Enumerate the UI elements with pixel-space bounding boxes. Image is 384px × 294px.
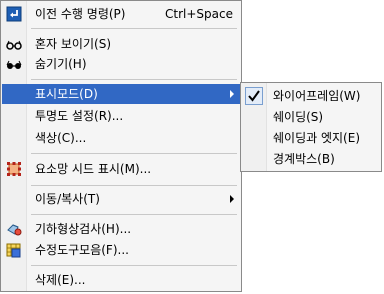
submenu-item-shading-with-edges[interactable]: 쉐이딩과 엣지(E) [242, 128, 380, 148]
submenu-item-label: 경계박스(B) [273, 152, 335, 166]
display-mode-submenu: 와이어프레임(W) 쉐이딩(S) 쉐이딩과 엣지(E) 경계박스(B) [240, 82, 382, 172]
menu-item-move-copy[interactable]: 이동/복사(T) [2, 189, 240, 209]
menu-item-label: 삭제(E)... [35, 273, 86, 287]
menu-item-label: 이동/복사(T) [35, 192, 100, 206]
glasses-show-icon [6, 36, 22, 52]
menu-item-repeat-last-command[interactable]: 이전 수행 명령(P) Ctrl+Space [2, 4, 240, 24]
menu-item-hide[interactable]: 숨기기(H) [2, 54, 240, 74]
menu-item-color[interactable]: 색상(C)... [2, 128, 240, 148]
menu-item-label: 색상(C)... [35, 131, 87, 145]
menu-item-delete[interactable]: 삭제(E)... [2, 270, 240, 290]
submenu-arrow-icon [230, 195, 234, 203]
menu-item-mesh-seed[interactable]: 요소망 시드 표시(M)... [2, 159, 240, 179]
context-menu: 이전 수행 명령(P) Ctrl+Space 혼자 보이기(S) 숨기기(H) [0, 0, 242, 292]
menu-separator [31, 214, 237, 215]
menu-separator [31, 185, 237, 186]
menu-item-label: 요소망 시드 표시(M)... [35, 162, 152, 176]
submenu-item-shading[interactable]: 쉐이딩(S) [242, 107, 380, 127]
menu-item-shortcut: Ctrl+Space [165, 7, 233, 21]
menu-item-repair-toolbox[interactable]: 수정도구모음(F)... [2, 240, 240, 260]
menu-item-label: 기하형상검사(H)... [35, 222, 132, 236]
glasses-hide-icon [6, 56, 22, 72]
menu-item-label: 표시모드(D) [35, 87, 98, 101]
menu-item-label: 투명도 설정(R)... [35, 109, 124, 123]
mesh-seed-icon [6, 161, 22, 177]
menu-item-transparency[interactable]: 투명도 설정(R)... [2, 106, 240, 126]
checkmark-icon [245, 87, 263, 105]
geometry-check-icon [6, 221, 22, 237]
submenu-item-wireframe[interactable]: 와이어프레임(W) [242, 86, 380, 106]
submenu-item-label: 쉐이딩(S) [273, 110, 324, 124]
submenu-item-label: 와이어프레임(W) [273, 89, 361, 103]
submenu-item-bounding-box[interactable]: 경계박스(B) [242, 149, 380, 169]
submenu-arrow-icon [230, 90, 234, 98]
repair-toolbox-icon [6, 242, 22, 258]
menu-item-display-mode[interactable]: 표시모드(D) [2, 84, 240, 104]
menu-separator [31, 265, 237, 266]
submenu-item-label: 쉐이딩과 엣지(E) [273, 131, 361, 145]
menu-item-label: 수정도구모음(F)... [35, 243, 129, 257]
menu-separator [31, 153, 237, 154]
menu-separator [31, 28, 237, 29]
menu-item-show-only[interactable]: 혼자 보이기(S) [2, 34, 240, 54]
menu-separator [31, 79, 237, 80]
menu-item-label: 이전 수행 명령(P) [35, 7, 126, 21]
menu-item-geometry-check[interactable]: 기하형상검사(H)... [2, 219, 240, 239]
undo-arrow-icon [6, 6, 22, 22]
menu-item-label: 숨기기(H) [35, 57, 87, 71]
menu-item-label: 혼자 보이기(S) [35, 37, 111, 51]
